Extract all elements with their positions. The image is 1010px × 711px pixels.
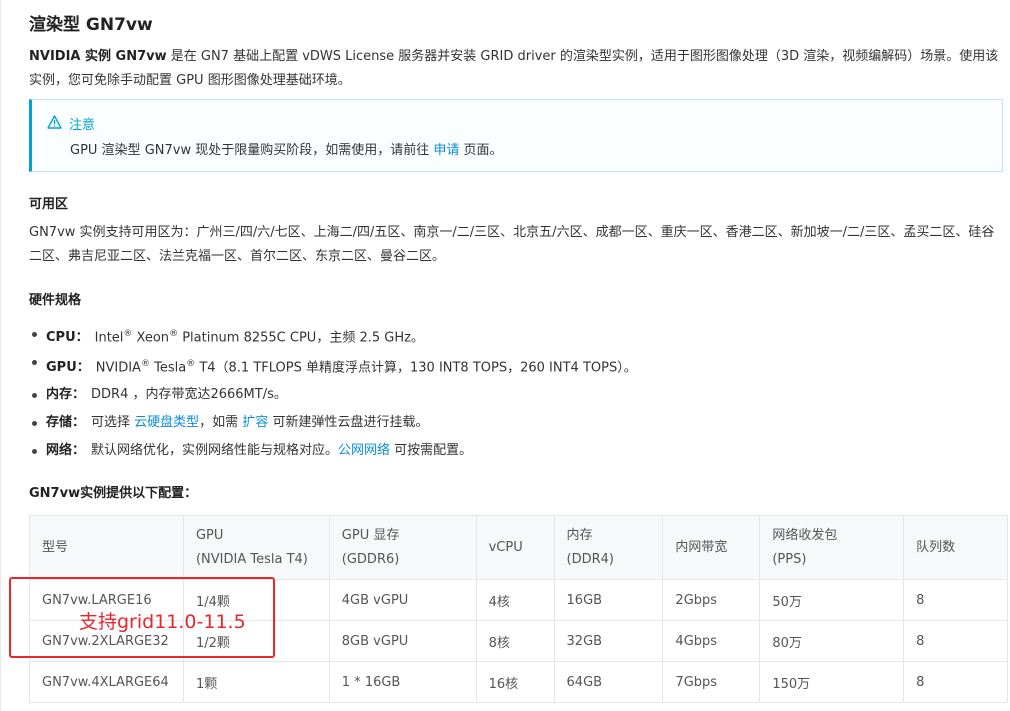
disk-type-link[interactable]: 云硬盘类型 (134, 415, 199, 430)
spec-memory-text: DDR4 ，内存带宽达2666MT/s。 (91, 387, 287, 402)
header-line: 内存 (566, 527, 593, 543)
warning-icon (47, 114, 69, 133)
header-line: GPU (195, 527, 224, 543)
table-cell: 4核 (475, 579, 555, 621)
header-line: 型号 (42, 539, 69, 555)
header-model: 型号 (29, 515, 184, 580)
spec-cpu-key: CPU： (46, 330, 89, 346)
page-title: 渲染型 GN7vw (29, 15, 153, 35)
header-line: vCPU (488, 539, 523, 555)
header-pps: 网络收发包 (PPS) (759, 515, 905, 580)
config-heading: GN7vw实例提供以下配置： (29, 486, 198, 501)
table-cell: 8 (903, 579, 1008, 621)
registered-mark: ® (186, 359, 196, 369)
table-cell: 1 * 16GB (328, 661, 477, 703)
header-line: (GDDR6) (341, 551, 400, 567)
header-line: (DDR4) (566, 551, 614, 567)
notice-text-after: 页面。 (459, 143, 503, 158)
header-gpu: GPU (NVIDIA Tesla T4) (182, 515, 330, 580)
registered-mark: ® (140, 359, 150, 369)
spec-storage-a: 可选择 (91, 415, 135, 430)
header-line: GPU 显存 (341, 527, 400, 543)
header-bandwidth: 内网带宽 (662, 515, 761, 580)
spec-gpu-c: T4（8.1 TFLOPS 单精度浮点计算，130 INT8 TOPS，260 … (195, 360, 637, 376)
notice-text: GPU 渲染型 GN7vw 现处于限量购买阶段，如需使用，请前往 申请 页面。 (70, 139, 503, 158)
spec-gpu-b: Tesla (149, 360, 187, 376)
header-memory: 内存 (DDR4) (553, 515, 664, 580)
spec-storage-b: ，如需 (199, 415, 243, 430)
header-line: (NVIDIA Tesla T4) (195, 551, 308, 567)
spec-cpu-b: Xeon (132, 330, 170, 346)
expand-link[interactable]: 扩容 (242, 415, 268, 430)
left-divider (0, 0, 1, 711)
notice-heading: 注意 (47, 114, 95, 133)
header-gpu-memory: GPU 显存 (GDDR6) (328, 515, 477, 580)
table-row: GN7vw.4XLARGE64 1颗 1 * 16GB 16核 64GB 7Gb… (29, 661, 1008, 703)
header-line: 队列数 (916, 539, 956, 555)
table-cell: 8 (903, 661, 1008, 703)
spec-cpu-a: Intel (94, 330, 124, 346)
registered-mark: ® (169, 329, 179, 339)
table-cell: GN7vw.4XLARGE64 (29, 661, 184, 703)
table-cell: 16GB (553, 579, 664, 621)
table-cell: 4GB vGPU (328, 579, 477, 621)
header-queues: 队列数 (903, 515, 1008, 580)
spec-memory: 内存： DDR4 ，内存带宽达2666MT/s。 (29, 381, 637, 409)
table-cell: 1颗 (182, 661, 330, 703)
table-cell: 50万 (759, 579, 905, 621)
annotation-text: 支持grid11.0-11.5 (79, 611, 246, 633)
spec-network-b: 可按需配置。 (390, 443, 473, 458)
hardware-heading: 硬件规格 (29, 293, 82, 308)
spec-gpu: GPU： NVIDIA® Tesla® T4（8.1 TFLOPS 单精度浮点计算… (29, 348, 637, 381)
spec-gpu-key: GPU： (46, 360, 90, 376)
intro-text: 是在 GN7 基础上配置 vDWS License 服务器并安装 GRID dr… (29, 49, 999, 88)
spec-network-key: 网络： (46, 443, 86, 458)
table-cell: 32GB (553, 620, 664, 662)
table-cell: 80万 (759, 620, 905, 662)
spec-storage-c: 可新建弹性云盘进行挂载。 (268, 415, 429, 430)
table-cell: 7Gbps (662, 661, 761, 703)
spec-network-a: 默认网络优化，实例网络性能与规格对应。 (91, 443, 339, 458)
header-line: 网络收发包 (772, 527, 838, 543)
hardware-spec-list: CPU： Intel® Xeon® Platinum 8255C CPU，主频 2… (29, 320, 637, 465)
spec-cpu-c: Platinum 8255C CPU，主频 2.5 GHz。 (178, 330, 424, 346)
table-header-row: 型号 GPU (NVIDIA Tesla T4) GPU 显存 (GDDR6) vC… (29, 515, 1008, 580)
table-cell: 4Gbps (662, 620, 761, 662)
apply-link[interactable]: 申请 (433, 143, 459, 158)
spec-storage: 存储： 可选择 云硬盘类型，如需 扩容 可新建弹性云盘进行挂载。 (29, 409, 637, 437)
table-cell: 2Gbps (662, 579, 761, 621)
public-network-link[interactable]: 公网网络 (338, 443, 390, 458)
table-cell: 150万 (759, 661, 905, 703)
spec-network: 网络： 默认网络优化，实例网络性能与规格对应。公网网络 可按需配置。 (29, 437, 637, 465)
table-cell: 64GB (553, 661, 664, 703)
notice-box: 注意 GPU 渲染型 GN7vw 现处于限量购买阶段，如需使用，请前往 申请 页… (29, 99, 1003, 172)
intro-bold: NVIDIA 实例 GN7vw (29, 49, 167, 64)
table-cell: 8GB vGPU (328, 620, 477, 662)
spec-gpu-a: NVIDIA (95, 360, 141, 376)
table-cell: 8 (903, 620, 1008, 662)
table-cell: 8核 (475, 620, 555, 662)
availability-text: GN7vw 实例支持可用区为：广州三/四/六/七区、上海二/四/五区、南京一/二… (29, 225, 995, 264)
spec-memory-key: 内存： (46, 387, 86, 402)
table-cell: 16核 (475, 661, 555, 703)
spec-cpu: CPU： Intel® Xeon® Platinum 8255C CPU，主频 2… (29, 320, 637, 348)
header-vcpu: vCPU (475, 515, 555, 580)
notice-heading-label: 注意 (69, 118, 96, 133)
notice-text-before: GPU 渲染型 GN7vw 现处于限量购买阶段，如需使用，请前往 (70, 143, 434, 158)
spec-storage-key: 存储： (46, 415, 86, 430)
availability-heading: 可用区 (29, 197, 69, 212)
header-line: 内网带宽 (675, 539, 728, 555)
header-line: (PPS) (772, 551, 807, 567)
intro-paragraph: NVIDIA 实例 GN7vw 是在 GN7 基础上配置 vDWS Licens… (29, 45, 1004, 93)
